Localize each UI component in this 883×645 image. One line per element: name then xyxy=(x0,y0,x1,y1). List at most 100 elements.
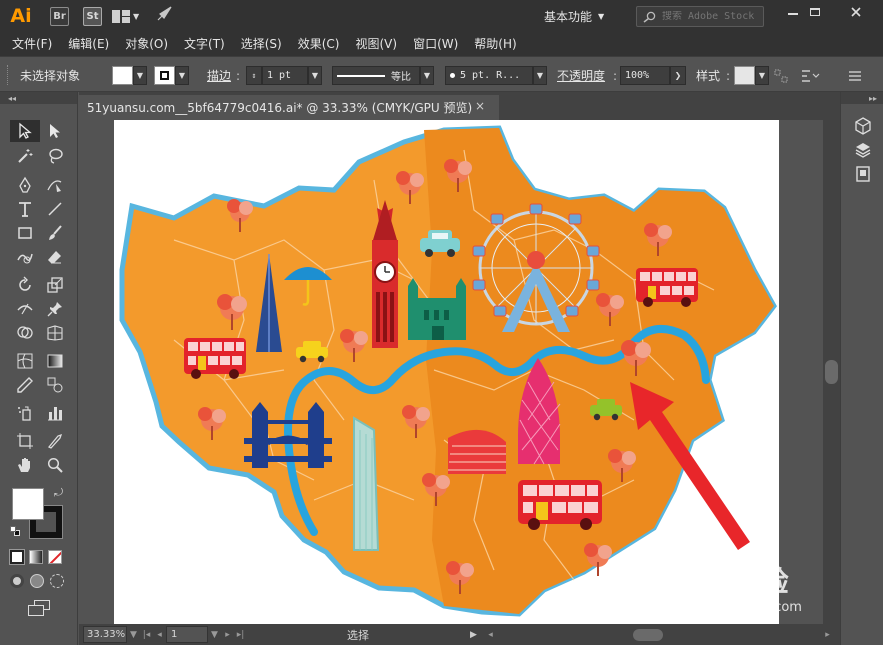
draw-normal-icon[interactable] xyxy=(10,574,24,588)
close-window-button[interactable] xyxy=(836,0,876,24)
blend-tool[interactable] xyxy=(40,374,70,396)
chevron-down-icon[interactable]: ▼ xyxy=(133,66,147,85)
screen-mode-button[interactable] xyxy=(28,600,52,618)
artboard-tool[interactable] xyxy=(10,430,40,452)
chevron-down-icon[interactable]: ▼ xyxy=(533,66,547,85)
workspace-switcher[interactable]: 基本功能 ▼ xyxy=(538,6,610,26)
magic-wand-tool[interactable] xyxy=(10,145,40,167)
stroke-color-control[interactable]: ▼ xyxy=(154,65,189,86)
stroke-label[interactable]: 描边 xyxy=(207,65,231,86)
chevron-down-icon[interactable]: ▼ xyxy=(208,630,221,640)
draw-inside-icon[interactable] xyxy=(50,574,64,588)
zoom-tool[interactable] xyxy=(40,454,70,476)
opacity-input[interactable]: 100% xyxy=(620,66,670,85)
gpu-performance-icon[interactable] xyxy=(155,5,173,27)
brush-definition[interactable]: 5 pt. R... ▼ xyxy=(445,65,547,86)
chevron-down-icon[interactable]: ▼ xyxy=(308,66,322,85)
fill-swatch[interactable] xyxy=(112,66,133,85)
none-mode-button[interactable] xyxy=(48,550,62,564)
horizontal-scroll-thumb[interactable] xyxy=(633,628,663,641)
chevron-down-icon[interactable]: ▼ xyxy=(755,66,769,85)
layers-panel-icon[interactable] xyxy=(841,138,883,162)
document-tab[interactable]: 51yuansu.com__5bf64779c0416.ai* @ 33.33%… xyxy=(79,95,499,120)
adobe-stock-search[interactable] xyxy=(636,6,764,27)
shape-builder-tool[interactable] xyxy=(10,322,40,344)
lasso-tool[interactable] xyxy=(40,145,70,167)
default-fill-stroke-icon[interactable] xyxy=(10,526,20,536)
artboard[interactable] xyxy=(114,120,779,624)
rotate-tool[interactable] xyxy=(10,274,40,296)
perspective-grid-tool[interactable] xyxy=(40,322,70,344)
scale-tool[interactable] xyxy=(40,274,70,296)
last-artboard-icon[interactable]: ▸| xyxy=(234,630,247,640)
canvas-area[interactable] xyxy=(79,120,823,624)
vertical-scrollbar[interactable] xyxy=(823,120,840,624)
eyedropper-tool[interactable] xyxy=(10,374,40,396)
previous-artboard-icon[interactable]: ◂ xyxy=(153,630,166,640)
menu-help[interactable]: 帮助(H) xyxy=(466,32,524,56)
menu-select[interactable]: 选择(S) xyxy=(233,32,290,56)
menu-view[interactable]: 视图(V) xyxy=(347,32,405,56)
direct-selection-tool[interactable] xyxy=(40,120,70,142)
status-menu-arrow-icon[interactable]: ▶ xyxy=(467,630,480,640)
opacity-label[interactable]: 不透明度 xyxy=(557,65,605,86)
fill-color-box[interactable] xyxy=(12,488,44,520)
align-icon[interactable] xyxy=(773,65,789,86)
stepper-icon[interactable]: ⇕ xyxy=(246,66,262,85)
collapse-panel-icon[interactable]: ◂◂ xyxy=(0,92,77,104)
scroll-right-icon[interactable]: ▸ xyxy=(821,630,834,640)
curvature-tool[interactable] xyxy=(40,174,70,196)
paintbrush-tool[interactable] xyxy=(40,222,70,244)
menu-object[interactable]: 对象(O) xyxy=(117,32,176,56)
bridge-button[interactable]: Br xyxy=(50,6,69,26)
maximize-button[interactable] xyxy=(799,0,831,24)
zoom-input[interactable]: 33.33% xyxy=(83,626,127,643)
graphic-style-swatch[interactable] xyxy=(734,66,755,85)
fill-stroke-widget[interactable]: ⤾ xyxy=(10,486,68,542)
opacity-control[interactable]: 100% ❯ xyxy=(620,65,686,86)
gradient-mode-button[interactable] xyxy=(29,550,43,564)
stroke-weight-input[interactable]: 1 pt xyxy=(262,66,308,85)
color-mode-button[interactable] xyxy=(9,549,25,565)
hand-tool[interactable] xyxy=(10,454,40,476)
panel-menu-icon[interactable] xyxy=(848,65,862,86)
next-artboard-icon[interactable]: ▸ xyxy=(221,630,234,640)
width-tool[interactable] xyxy=(10,298,40,320)
puppet-warp-tool[interactable] xyxy=(40,298,70,320)
slice-tool[interactable] xyxy=(40,430,70,452)
type-tool[interactable] xyxy=(10,198,40,220)
menu-file[interactable]: 文件(F) xyxy=(4,32,60,56)
menu-window[interactable]: 窗口(W) xyxy=(405,32,466,56)
selection-tool[interactable] xyxy=(10,120,40,142)
chevron-down-icon[interactable]: ▼ xyxy=(127,630,140,640)
vertical-scroll-thumb[interactable] xyxy=(825,360,838,384)
stroke-swatch[interactable] xyxy=(154,66,175,85)
mesh-tool[interactable] xyxy=(10,350,40,372)
shaper-tool[interactable] xyxy=(10,246,40,268)
rectangle-tool[interactable] xyxy=(10,222,40,244)
horizontal-scrollbar[interactable] xyxy=(497,628,821,642)
chevron-down-icon[interactable]: ▼ xyxy=(420,66,434,85)
variable-width-profile[interactable]: 等比 ▼ xyxy=(332,65,434,86)
libraries-panel-icon[interactable] xyxy=(841,162,883,186)
stock-button[interactable]: St xyxy=(83,6,102,26)
swap-fill-stroke-icon[interactable]: ⤾ xyxy=(54,486,63,500)
line-segment-tool[interactable] xyxy=(40,198,70,220)
chevron-right-icon[interactable]: ❯ xyxy=(670,66,686,85)
column-graph-tool[interactable] xyxy=(40,402,70,424)
artboard-number-input[interactable]: 1 xyxy=(166,626,208,643)
search-input[interactable] xyxy=(662,11,762,22)
symbol-sprayer-tool[interactable] xyxy=(10,402,40,424)
close-document-icon[interactable]: × xyxy=(475,99,485,113)
menu-effect[interactable]: 效果(C) xyxy=(290,32,348,56)
scroll-left-icon[interactable]: ◂ xyxy=(484,630,497,640)
eraser-tool[interactable] xyxy=(40,246,70,268)
arrange-documents-button[interactable]: ▼ xyxy=(112,9,139,23)
menu-type[interactable]: 文字(T) xyxy=(176,32,233,56)
first-artboard-icon[interactable]: |◂ xyxy=(140,630,153,640)
gradient-tool[interactable] xyxy=(40,350,70,372)
panel-grip[interactable] xyxy=(7,65,10,85)
graphic-style-control[interactable]: ▼ xyxy=(734,65,769,86)
transform-icon[interactable] xyxy=(800,65,826,86)
stroke-weight-control[interactable]: ⇕ 1 pt ▼ xyxy=(246,65,322,86)
